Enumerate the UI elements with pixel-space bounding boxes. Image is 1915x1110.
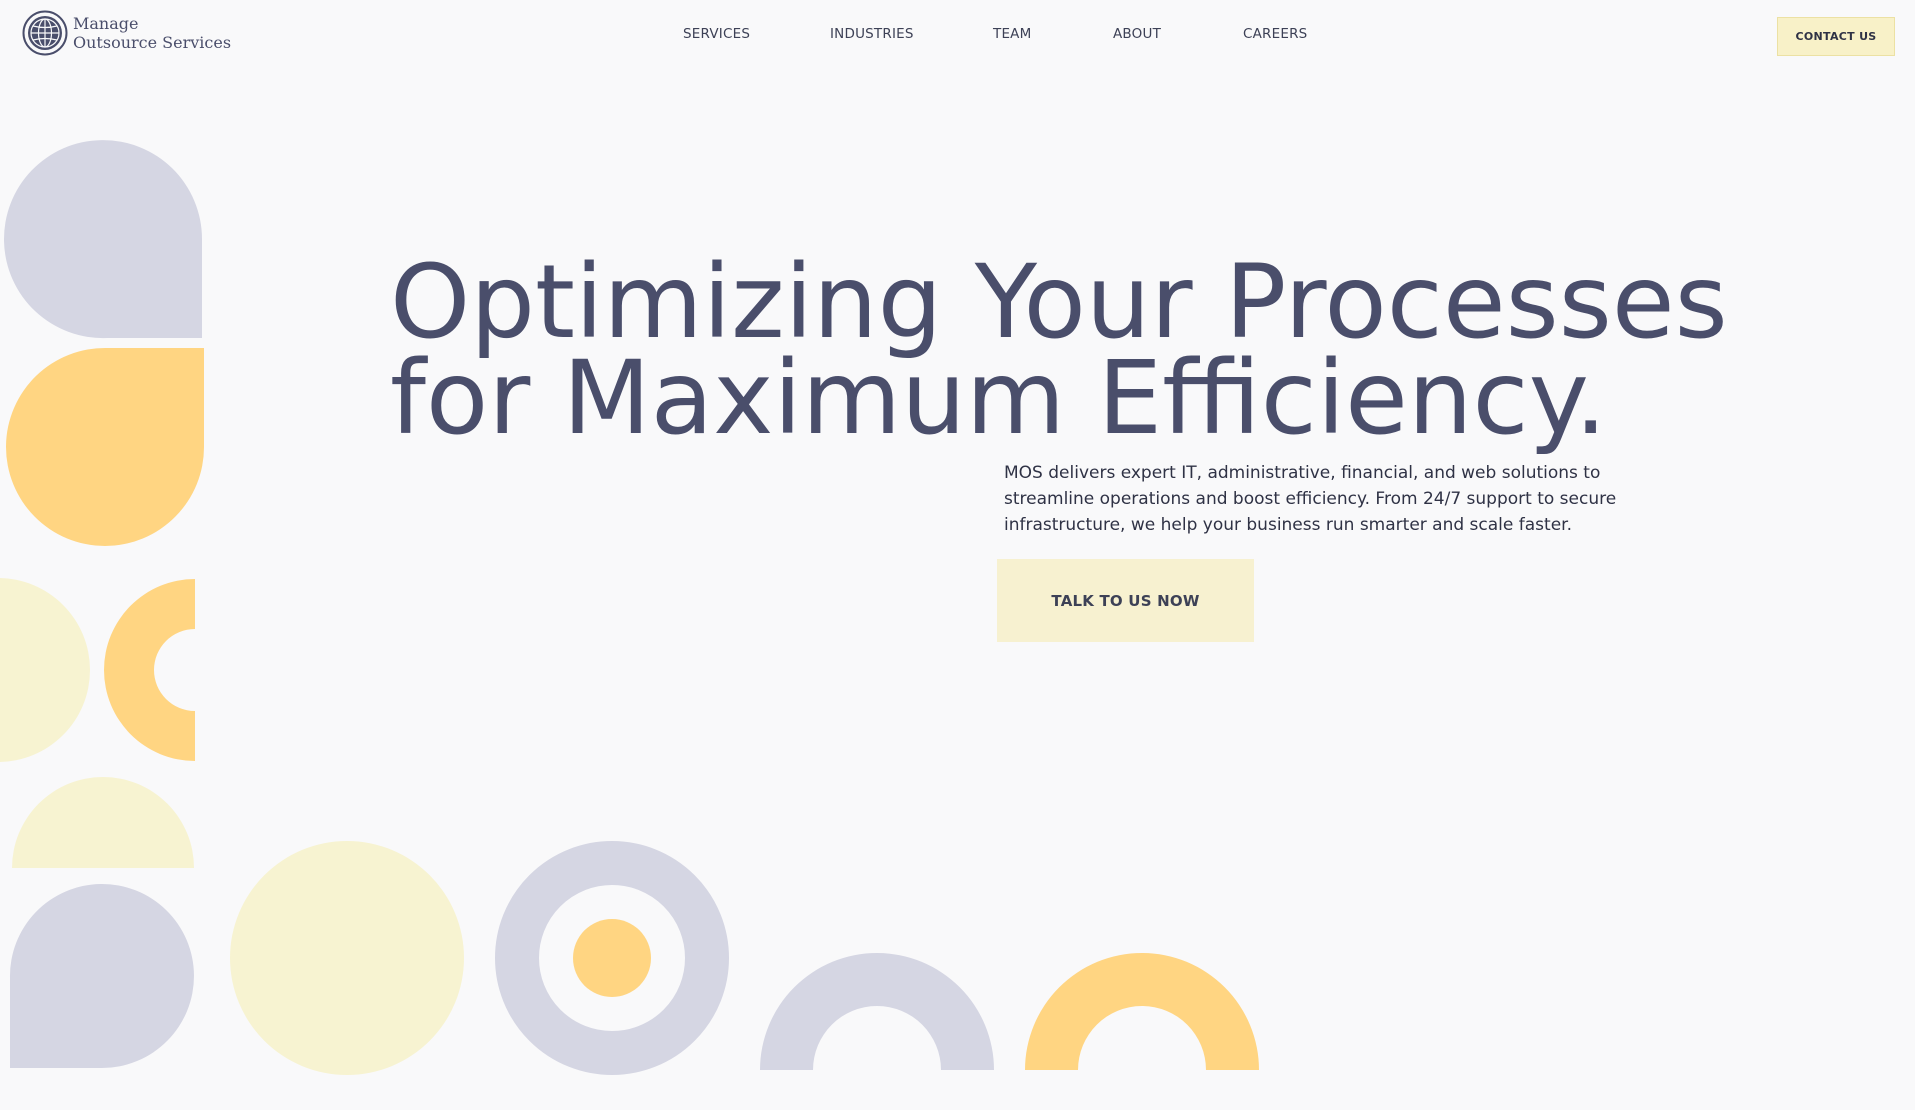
nav-item-careers[interactable]: CAREERS xyxy=(1243,26,1307,42)
cream-circle-shape xyxy=(0,578,90,762)
hero-title-line2: for Maximum Efficiency. xyxy=(390,339,1607,458)
nav-item-industries[interactable]: INDUSTRIES xyxy=(830,26,914,42)
yellow-dot-shape xyxy=(573,919,651,997)
cream-large-circle-shape xyxy=(230,841,464,1075)
hero-title-line1: Optimizing Your Processes xyxy=(390,243,1728,362)
contact-us-button[interactable]: CONTACT US xyxy=(1777,17,1895,56)
lavender-quarter-drop-shape xyxy=(9,884,194,1068)
lavender-arch-shape xyxy=(760,953,994,1070)
nav-item-about[interactable]: ABOUT xyxy=(1113,26,1161,42)
lavender-drop-shape xyxy=(4,140,202,339)
cream-half-circle-shape xyxy=(12,777,194,868)
hero-description: MOS delivers expert IT, administrative, … xyxy=(1004,463,1617,535)
yellow-arch-shape xyxy=(1025,953,1259,1070)
talk-to-us-button[interactable]: TALK TO US NOW xyxy=(997,559,1254,642)
main-nav: SERVICES INDUSTRIES TEAM ABOUT CAREERS xyxy=(0,26,1915,46)
lavender-ring-shape xyxy=(495,841,729,1075)
decorative-shapes xyxy=(0,140,1259,1075)
yellow-drop-shape xyxy=(6,347,205,546)
yellow-ring-arc-shape xyxy=(104,579,195,761)
hero-title: Optimizing Your Processes for Maximum Ef… xyxy=(390,243,1728,458)
page: Manage Outsource Services SERVICES INDUS… xyxy=(0,0,1915,1110)
nav-item-team[interactable]: TEAM xyxy=(993,26,1031,42)
nav-item-services[interactable]: SERVICES xyxy=(683,26,750,42)
